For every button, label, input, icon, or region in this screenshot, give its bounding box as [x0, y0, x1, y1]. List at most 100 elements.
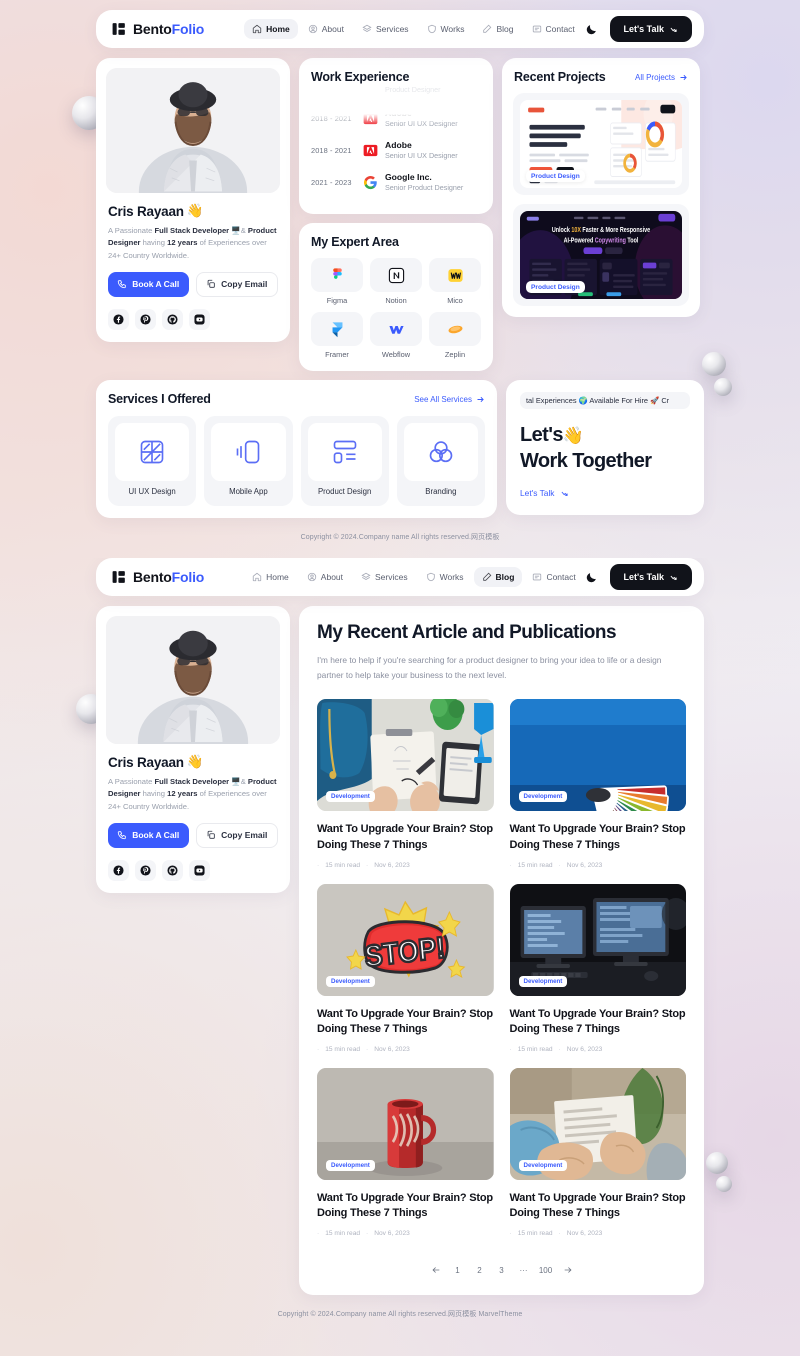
- social-facebook[interactable]: [108, 308, 129, 330]
- brand-logo[interactable]: BentoFolio: [112, 569, 204, 585]
- github-icon: [167, 865, 178, 876]
- nav-item-services[interactable]: Services: [353, 567, 416, 587]
- wave-emoji-icon: 👋: [562, 426, 584, 445]
- brand-logo[interactable]: BentoFolio: [112, 21, 204, 37]
- expert-item-figma[interactable]: Figma: [311, 258, 363, 305]
- blog-post-card[interactable]: Development Want To Upgrade Your Brain? …: [317, 699, 494, 869]
- pagination-page-1[interactable]: 1: [447, 1259, 469, 1281]
- nav-item-about[interactable]: About: [299, 567, 351, 587]
- blog-post-card[interactable]: Development Want To Upgrade Your Brain? …: [509, 699, 686, 869]
- bento-mark-icon: [112, 23, 125, 35]
- site-header-blog: BentoFolio Home About Services Works Blo…: [96, 558, 704, 596]
- pagination-ellipsis: ···: [519, 1265, 528, 1275]
- youtube-icon: [194, 865, 205, 876]
- home-screen: BentoFolio Home About Services Works Blo…: [0, 0, 800, 558]
- nav-label: Services: [375, 24, 409, 34]
- nav-item-contact[interactable]: Contact: [524, 19, 583, 39]
- book-a-call-button[interactable]: Book A Call: [108, 271, 189, 297]
- post-date: Nov 6, 2023: [374, 1230, 410, 1238]
- blog-content-card: My Recent Article and Publications I'm h…: [299, 606, 704, 1296]
- lets-talk-link[interactable]: Let's Talk: [520, 488, 569, 498]
- pagination-page-last[interactable]: 100: [535, 1259, 557, 1281]
- service-item-product-design[interactable]: Product Design: [300, 416, 389, 506]
- pagination-page-2[interactable]: 2: [469, 1259, 491, 1281]
- pagination-page-3[interactable]: 3: [491, 1259, 513, 1281]
- arrow-down-right-icon: [670, 575, 677, 580]
- work-years: 2018 - 2021: [311, 145, 352, 155]
- work-row: 2018 - 2021 Adobe Senior UI UX Designer: [311, 102, 481, 134]
- all-projects-link[interactable]: All Projects: [635, 73, 688, 82]
- expert-item-framer[interactable]: Framer: [311, 312, 363, 359]
- post-title: Want To Upgrade Your Brain? Stop Doing T…: [317, 1191, 493, 1220]
- lets-talk-button[interactable]: Let's Talk: [609, 564, 692, 590]
- expert-item-zeplin[interactable]: Zeplin: [429, 312, 481, 359]
- profile-card: Cris Rayaan 👋 A Passionate Full Stack De…: [96, 58, 290, 342]
- expert-item-webflow[interactable]: Webflow: [370, 312, 422, 359]
- ui-ux-icon: [115, 423, 190, 481]
- work-role: Senior UI UX Designer: [385, 151, 458, 161]
- social-github[interactable]: [162, 859, 183, 881]
- blog-post-card[interactable]: Development Want To Upgrade Your Brain? …: [317, 1067, 494, 1237]
- service-item-branding[interactable]: Branding: [396, 416, 485, 506]
- work-role: Product Designer: [385, 84, 441, 94]
- work-row: 2021 - 2023 Google Inc. Senior Product De…: [311, 166, 481, 198]
- pagination-next[interactable]: [557, 1259, 579, 1281]
- shield-icon: [427, 24, 436, 34]
- nav-item-works[interactable]: Works: [419, 19, 473, 39]
- main-nav: Home About Services Works Blog Contact: [244, 19, 583, 39]
- social-youtube[interactable]: [189, 859, 210, 881]
- copy-email-button[interactable]: Copy Email: [195, 271, 278, 297]
- work-experience-card: Work Experience Product Designer 2018 - …: [299, 58, 493, 214]
- bio-bold3: 12 years: [167, 789, 198, 799]
- social-pinterest[interactable]: [135, 859, 156, 881]
- service-item-mobile-app[interactable]: Mobile App: [204, 416, 293, 506]
- blog-post-card[interactable]: Development Want To Upgrade Your Brain? …: [509, 883, 686, 1053]
- see-all-services-link[interactable]: See All Services: [414, 395, 485, 404]
- home-top-row: Cris Rayaan 👋 A Passionate Full Stack De…: [96, 58, 704, 371]
- pagination-prev[interactable]: [425, 1259, 447, 1281]
- nav-item-home[interactable]: Home: [244, 19, 298, 39]
- expert-area-header: My Expert Area: [299, 223, 493, 249]
- services-body: UI UX Design Mobile App Product Design B…: [96, 416, 497, 518]
- bio-bold1: Full Stack Developer: [154, 226, 230, 235]
- services-title: Services I Offered: [108, 392, 211, 406]
- arrow-left-icon: [431, 1267, 439, 1273]
- social-youtube[interactable]: [189, 308, 210, 330]
- projects-list: Product Design Unlock 10X Faster & More …: [502, 93, 700, 317]
- project-card-1[interactable]: Product Design: [513, 93, 689, 195]
- nav-item-blog[interactable]: Blog: [473, 567, 523, 587]
- moon-icon[interactable]: [585, 23, 598, 36]
- bio-seg3: having: [140, 238, 168, 248]
- social-pinterest[interactable]: [135, 308, 156, 330]
- nav-item-works[interactable]: Works: [418, 567, 472, 587]
- nav-item-about[interactable]: About: [300, 19, 352, 39]
- blog-post-card[interactable]: Development Want To Upgrade Your Brain? …: [509, 1067, 686, 1237]
- nav-item-home[interactable]: Home: [244, 567, 297, 587]
- post-meta: · 15 min read · Nov 6, 2023: [317, 1230, 494, 1237]
- social-github[interactable]: [162, 308, 183, 330]
- post-read-time: 15 min read: [325, 1045, 361, 1053]
- work-experience-header: Work Experience: [299, 58, 493, 84]
- post-read-time: 15 min read: [325, 861, 361, 869]
- lets-talk-button[interactable]: Let's Talk: [609, 16, 692, 42]
- expert-item-mico[interactable]: Mico: [429, 258, 481, 305]
- service-item-ui-ux[interactable]: UI UX Design: [108, 416, 197, 506]
- nav-item-services[interactable]: Services: [354, 19, 417, 39]
- project-card-2[interactable]: Unlock 10X Faster & More Responsive AI-P…: [513, 204, 689, 306]
- work-experience-list-wrap[interactable]: Product Designer 2018 - 2021 Adobe Senior…: [299, 84, 493, 214]
- expert-item-notion[interactable]: Notion: [370, 258, 422, 305]
- expert-label: Framer: [325, 350, 349, 359]
- copy-email-button[interactable]: Copy Email: [195, 822, 278, 848]
- blog-row: Cris Rayaan 👋 A Passionate Full Stack De…: [96, 606, 704, 1296]
- blog-post-card[interactable]: STOP! Development Want To Upgrade Your B…: [317, 883, 494, 1053]
- book-a-call-button[interactable]: Book A Call: [108, 822, 189, 848]
- meta-dot: ·: [366, 1045, 369, 1053]
- social-facebook[interactable]: [108, 859, 129, 881]
- notion-logo-icon: [370, 258, 422, 292]
- moon-icon[interactable]: [585, 571, 598, 584]
- work-company: Adobe: [385, 107, 412, 118]
- nav-item-contact[interactable]: Contact: [524, 567, 583, 587]
- cta-label: Let's Talk: [623, 24, 665, 34]
- nav-item-blog[interactable]: Blog: [474, 19, 521, 39]
- profile-name-text: Cris Rayaan: [108, 203, 184, 219]
